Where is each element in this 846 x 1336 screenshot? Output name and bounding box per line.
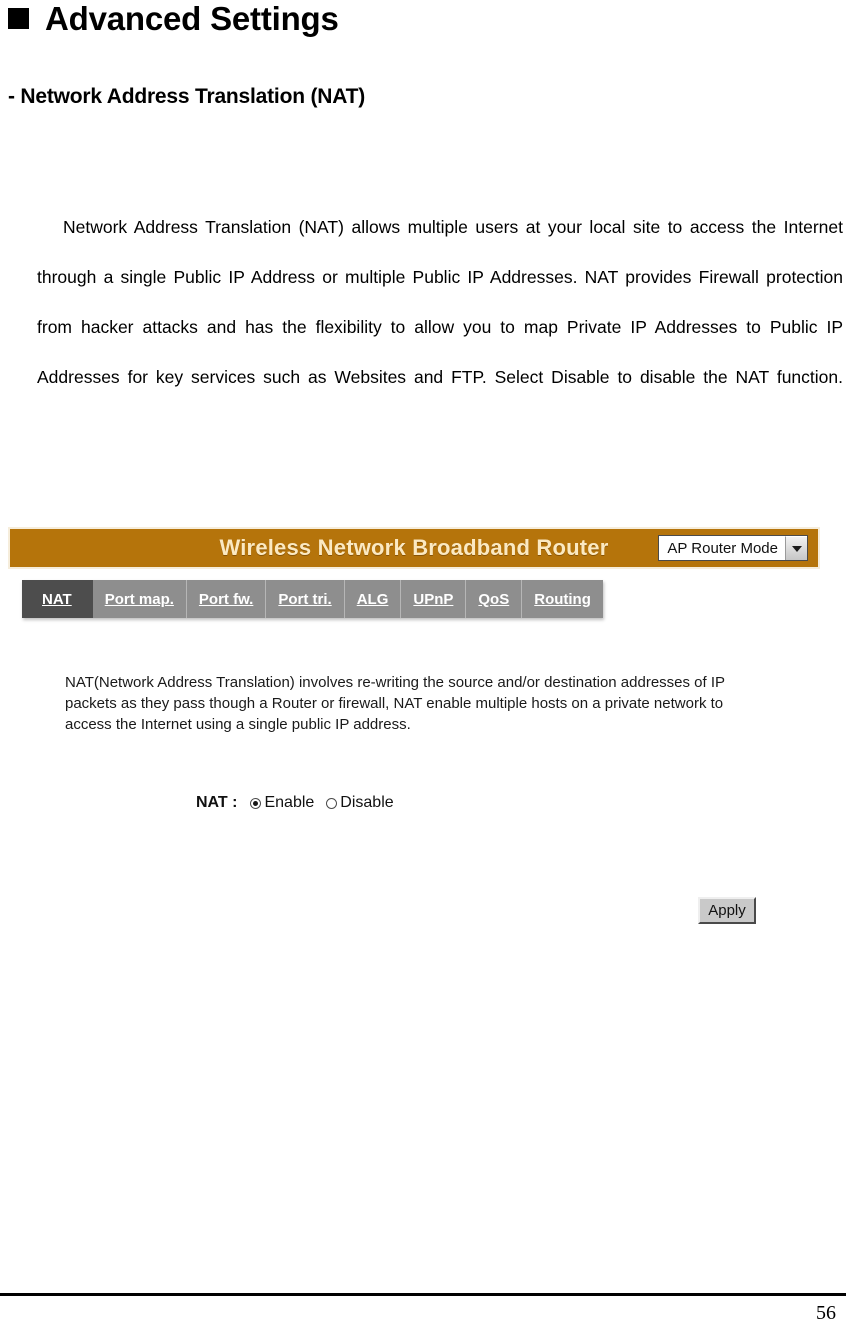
tab-upnp[interactable]: UPnP (401, 580, 467, 618)
radio-unselected-icon[interactable] (326, 797, 338, 809)
tab-alg[interactable]: ALG (344, 580, 402, 618)
router-ui-screenshot: Wireless Network Broadband Router AP Rou… (8, 522, 824, 942)
nat-description-text: NAT(Network Address Translation) involve… (65, 674, 725, 733)
tab-port-tri[interactable]: Port tri. (266, 580, 345, 618)
tab-qos[interactable]: QoS (466, 580, 523, 618)
chevron-down-icon[interactable] (785, 536, 807, 560)
nat-radio-enable[interactable]: Enable (250, 794, 314, 812)
filled-square-bullet-icon (8, 8, 29, 29)
body-paragraph: Network Address Translation (NAT) allows… (37, 217, 843, 387)
nat-field-label: NAT : (196, 794, 238, 811)
router-brand-title: Wireless Network Broadband Router (219, 535, 609, 560)
router-header-bar: Wireless Network Broadband Router AP Rou… (8, 527, 820, 569)
footer-divider (0, 1293, 846, 1296)
page-title: Advanced Settings (8, 2, 339, 35)
nat-radio-enable-label: Enable (264, 794, 315, 811)
page-title-text: Advanced Settings (45, 0, 339, 37)
nat-radio-disable[interactable]: Disable (326, 794, 394, 812)
section-subtitle: - Network Address Translation (NAT) (8, 85, 366, 108)
operation-mode-dropdown[interactable]: AP Router Mode (658, 535, 808, 561)
tab-nat[interactable]: NAT (22, 580, 93, 618)
nat-setting-row: NAT : Enable Disable (196, 794, 394, 812)
nat-radio-disable-label: Disable (340, 794, 394, 811)
page-number: 56 (816, 1302, 836, 1324)
radio-selected-icon[interactable] (250, 797, 262, 809)
tab-routing[interactable]: Routing (522, 580, 603, 618)
operation-mode-value: AP Router Mode (667, 539, 778, 557)
nat-radio-group: Enable Disable (250, 794, 394, 812)
tab-port-fw[interactable]: Port fw. (186, 580, 267, 618)
router-tab-bar: NAT Port map. Port fw. Port tri. ALG UPn… (22, 580, 603, 618)
tab-port-map[interactable]: Port map. (92, 580, 187, 618)
apply-button[interactable]: Apply (698, 897, 756, 924)
